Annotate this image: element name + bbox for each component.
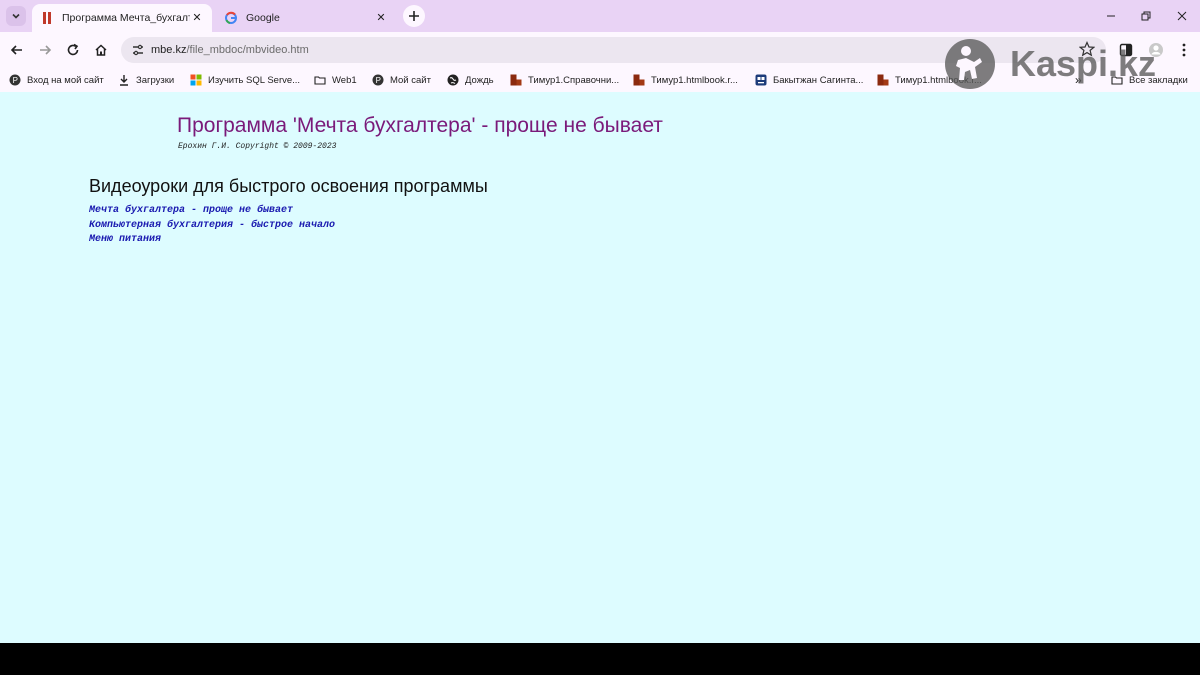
bookmarks-overflow-button[interactable]: » <box>1075 71 1082 89</box>
bookmark-item[interactable]: Изучить SQL Serve... <box>190 71 300 89</box>
menu-button[interactable] <box>1174 40 1194 60</box>
tab-title: Google <box>246 12 280 24</box>
bookmark-star-icon[interactable] <box>1078 41 1096 62</box>
overflow-chevron-icon: » <box>1075 73 1082 87</box>
back-button[interactable] <box>6 39 28 61</box>
toolbar: mbe.kz/file_mbdoc/mbvideo.htm <box>0 32 1200 68</box>
bricks-icon <box>633 74 645 86</box>
minimize-button[interactable] <box>1101 6 1121 26</box>
bookmark-label: Тимур1.Справочни... <box>528 74 620 86</box>
restore-icon <box>1141 11 1151 21</box>
arrow-left-icon <box>10 45 22 55</box>
section-heading: Видеоуроки для быстрого освоения програм… <box>89 176 488 196</box>
side-panel-button[interactable] <box>1116 40 1136 60</box>
tab-strip: Программа Мечта_бухгалтера ✕ Google ✕ <box>0 0 1200 32</box>
bookmark-item[interactable]: P Мой сайт <box>372 71 431 89</box>
home-icon <box>95 44 107 56</box>
bookmark-label: Мой сайт <box>390 74 431 86</box>
all-bookmarks-button[interactable]: Все закладки <box>1111 71 1188 89</box>
arrow-right-icon <box>40 45 52 55</box>
p-circle-icon: P <box>372 74 384 86</box>
svg-text:P: P <box>376 76 381 85</box>
google-favicon <box>225 11 237 24</box>
bookmark-item[interactable]: Дождь <box>447 71 494 89</box>
windows-icon <box>190 74 202 86</box>
taskbar-strip <box>0 643 1200 675</box>
bricks-icon <box>877 74 889 86</box>
url-text: mbe.kz/file_mbdoc/mbvideo.htm <box>151 44 309 56</box>
video-link-quick-start[interactable]: Компьютерная бухгалтерия - быстрое начал… <box>89 219 335 234</box>
bookmark-item[interactable]: Web1 <box>314 71 357 89</box>
video-link-mechta[interactable]: Мечта бухгалтера - проще не бывает <box>89 204 335 219</box>
reload-button[interactable] <box>62 39 84 61</box>
folder-icon <box>314 76 326 85</box>
tab-google[interactable]: Google ✕ <box>216 4 396 32</box>
bookmark-label: Web1 <box>332 74 357 86</box>
video-lessons-list: Мечта бухгалтера - проще не бывает Компь… <box>89 204 335 248</box>
folder-icon <box>1111 76 1123 85</box>
bookmark-label: Бакытжан Сагинта... <box>773 74 864 86</box>
p-circle-icon: P <box>9 74 21 86</box>
bookmark-item[interactable]: Тимур1.Справочни... <box>510 71 619 89</box>
bookmark-label: Дождь <box>465 74 494 86</box>
bookmark-label: Изучить SQL Serve... <box>208 74 301 86</box>
new-tab-button[interactable] <box>403 5 425 27</box>
tab-title: Программа Мечта_бухгалтера <box>62 12 190 24</box>
bookmark-item[interactable]: Тимур1.htmlbook.r... <box>633 71 738 89</box>
close-icon <box>1177 11 1187 21</box>
profile-icon <box>1149 43 1163 57</box>
bricks-icon <box>510 74 522 86</box>
restore-button[interactable] <box>1136 6 1156 26</box>
bookmark-item[interactable]: Загрузки <box>118 71 174 89</box>
forward-button[interactable] <box>34 39 56 61</box>
mbe-favicon <box>43 12 51 24</box>
bookmark-item[interactable]: Тимур1.htmlbook.r... <box>877 71 982 89</box>
close-icon[interactable]: ✕ <box>190 11 204 25</box>
reload-icon <box>67 43 79 56</box>
bookmark-item[interactable]: P Вход на мой сайт <box>9 71 104 89</box>
chevron-down-icon <box>12 13 20 19</box>
kebab-menu-icon <box>1182 43 1186 57</box>
home-button[interactable] <box>90 39 112 61</box>
address-bar[interactable]: mbe.kz/file_mbdoc/mbvideo.htm <box>121 37 1106 63</box>
bookmark-label: Тимур1.htmlbook.r... <box>895 74 982 86</box>
window-close-button[interactable] <box>1172 6 1192 26</box>
url-path: /file_mbdoc/mbvideo.htm <box>186 44 309 56</box>
page-title: Программа 'Мечта бухгалтера' - проще не … <box>177 114 663 137</box>
globe-icon <box>447 74 459 86</box>
url-host: mbe.kz <box>151 44 187 56</box>
bookmark-label: Тимур1.htmlbook.r... <box>651 74 738 86</box>
web-page: Программа 'Мечта бухгалтера' - проще не … <box>0 92 1200 643</box>
bookmarks-bar: P Вход на мой сайт Загрузки Изучить SQL … <box>0 68 1200 92</box>
close-icon[interactable]: ✕ <box>374 11 388 25</box>
copyright-text: Ерохин Г.И. Copyright © 2009-2023 <box>178 142 337 151</box>
tab-search-button[interactable] <box>6 6 26 26</box>
bookmark-label: Вход на мой сайт <box>27 74 104 86</box>
side-panel-icon <box>1119 43 1133 57</box>
bookmark-item[interactable]: Бакытжан Сагинта... <box>755 71 863 89</box>
download-icon <box>120 75 128 86</box>
minimize-icon <box>1107 15 1115 17</box>
face-icon <box>755 74 767 86</box>
svg-text:P: P <box>13 76 18 85</box>
site-info-icon[interactable] <box>129 41 147 59</box>
plus-icon <box>409 11 419 21</box>
video-link-food-menu[interactable]: Меню питания <box>89 233 335 248</box>
all-bookmarks-label: Все закладки <box>1129 74 1188 86</box>
profile-button[interactable] <box>1146 40 1166 60</box>
bookmark-label: Загрузки <box>136 74 175 86</box>
browser-window: Программа Мечта_бухгалтера ✕ Google ✕ <box>0 0 1200 675</box>
tab-mbe[interactable]: Программа Мечта_бухгалтера ✕ <box>32 4 212 32</box>
